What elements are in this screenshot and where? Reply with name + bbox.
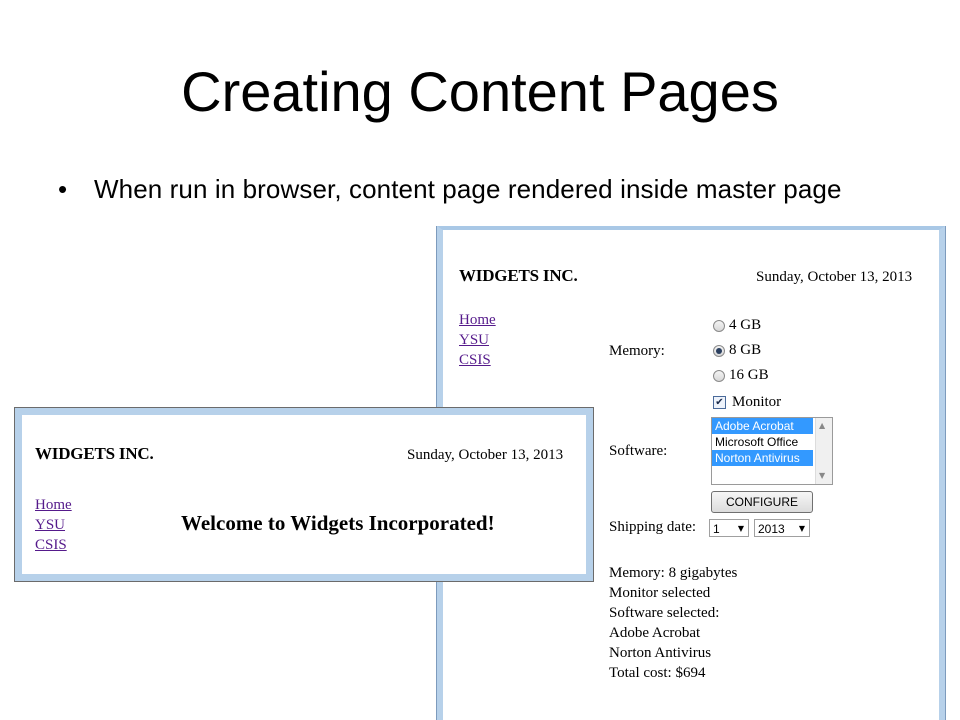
listbox-scrollbar[interactable]: ▲ ▼ [815, 418, 832, 484]
nav-link-ysu[interactable]: YSU [459, 330, 496, 350]
monitor-label: Monitor [732, 394, 782, 410]
nav-link-ysu[interactable]: YSU [35, 515, 72, 535]
software-option-office[interactable]: Microsoft Office [712, 434, 813, 450]
site-brand: WIDGETS INC. [459, 266, 578, 285]
summary-line: Adobe Acrobat [609, 625, 701, 641]
welcome-heading: Welcome to Widgets Incorporated! [181, 511, 495, 535]
slide-title: Creating Content Pages [181, 60, 779, 123]
shipping-year-value: 2013 [758, 522, 785, 536]
shipping-day-value: 1 [713, 522, 720, 536]
summary-line: Memory: 8 gigabytes [609, 565, 738, 581]
configure-button[interactable]: CONFIGURE [711, 491, 813, 513]
nav-link-home[interactable]: Home [459, 310, 496, 330]
site-date: Sunday, October 13, 2013 [407, 447, 564, 463]
nav-link-csis[interactable]: CSIS [459, 350, 496, 370]
bullet-text: When run in browser, content page render… [94, 174, 842, 204]
memory-option-16gb[interactable]: 16 GB [713, 367, 769, 384]
site-nav: Home YSU CSIS [35, 495, 72, 555]
site-nav: Home YSU CSIS [459, 310, 496, 370]
chevron-down-icon: ▼ [737, 524, 744, 533]
radio-icon [713, 369, 725, 382]
radio-checked-icon [713, 344, 725, 357]
chevron-down-icon: ▼ [798, 524, 805, 533]
checkbox-check-icon: ✔ [713, 396, 726, 409]
monitor-checkbox[interactable]: ✔ Monitor [713, 394, 781, 411]
summary-line: Monitor selected [609, 585, 711, 601]
memory-option-4gb[interactable]: 4 GB [713, 317, 761, 334]
order-summary: Memory: 8 gigabytes Monitor selected Sof… [609, 563, 737, 683]
summary-line: Total cost: $694 [609, 665, 706, 681]
scroll-down-icon[interactable]: ▼ [819, 471, 825, 480]
shipping-year-select[interactable]: 2013 ▼ [754, 519, 810, 537]
summary-line: Norton Antivirus [609, 645, 712, 661]
site-brand: WIDGETS INC. [35, 444, 154, 463]
nav-link-home[interactable]: Home [35, 495, 72, 515]
memory-option-8gb[interactable]: 8 GB [713, 342, 761, 359]
software-option-adobe[interactable]: Adobe Acrobat [712, 418, 813, 434]
memory-label: Memory: [609, 343, 665, 359]
radio-icon [713, 319, 725, 332]
site-date: Sunday, October 13, 2013 [756, 269, 913, 285]
welcome-page-screenshot: WIDGETS INC. Sunday, October 13, 2013 Ho… [15, 408, 593, 581]
memory-option-label: 8 GB [729, 342, 762, 358]
scroll-up-icon[interactable]: ▲ [819, 421, 825, 430]
shipping-day-select[interactable]: 1 ▼ [709, 519, 749, 537]
bullet-marker: • [58, 174, 68, 204]
nav-link-csis[interactable]: CSIS [35, 535, 72, 555]
memory-option-label: 4 GB [729, 317, 762, 333]
shipping-date-label: Shipping date: [609, 519, 697, 535]
summary-line: Software selected: [609, 605, 720, 621]
software-label: Software: [609, 443, 668, 459]
software-listbox[interactable]: Adobe Acrobat Microsoft Office Norton An… [711, 417, 833, 485]
software-option-norton[interactable]: Norton Antivirus [712, 450, 813, 466]
memory-option-label: 16 GB [729, 367, 769, 383]
